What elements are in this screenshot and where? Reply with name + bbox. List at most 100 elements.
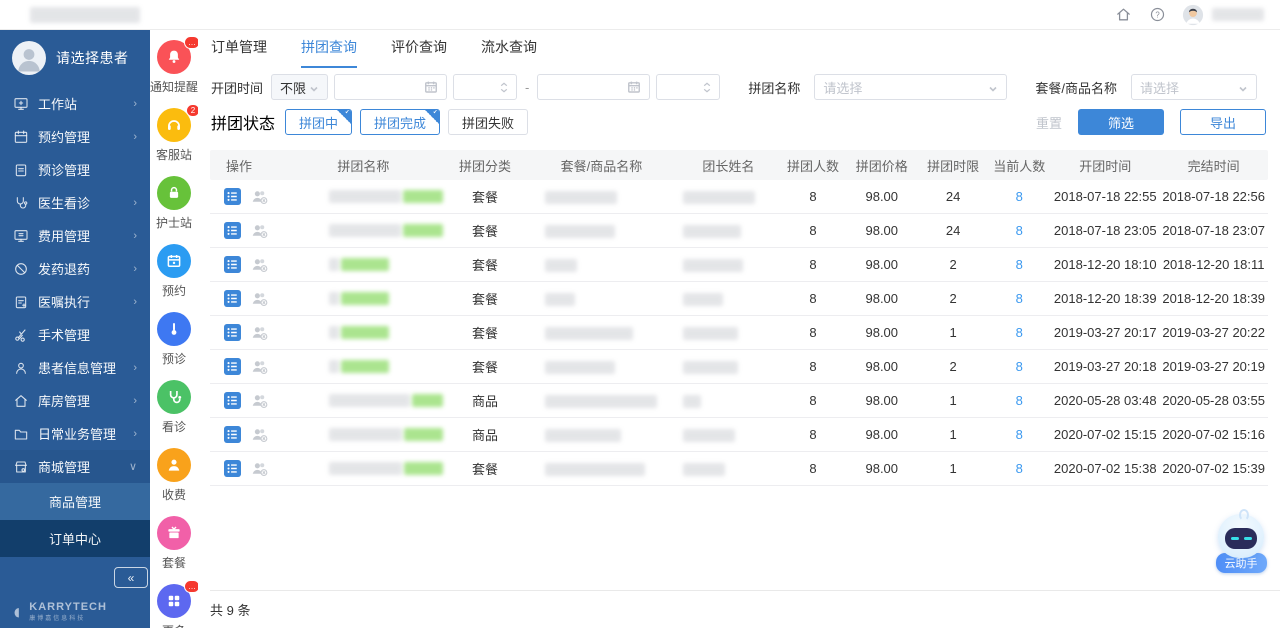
rail-item-4[interactable]: 预约 bbox=[157, 244, 191, 299]
time-preset-select[interactable]: 不限 bbox=[271, 74, 329, 100]
sidebar-item-2[interactable]: 预约管理 › bbox=[0, 120, 150, 153]
time-limit: 1 bbox=[949, 461, 957, 476]
group-name-redacted bbox=[284, 292, 443, 305]
rail-item-8[interactable]: 套餐 bbox=[157, 516, 191, 571]
detail-icon[interactable] bbox=[224, 460, 241, 477]
people-count: 8 bbox=[809, 359, 817, 374]
rail-item-7[interactable]: 收费 bbox=[157, 448, 191, 503]
patient-selector[interactable]: 请选择患者 bbox=[0, 30, 150, 85]
group-name-redacted bbox=[284, 326, 443, 339]
start-time: 2018-12-20 18:10 bbox=[1053, 257, 1157, 272]
home-icon[interactable] bbox=[1114, 6, 1132, 24]
start-time-input[interactable] bbox=[453, 74, 518, 100]
stethoscope-icon bbox=[157, 380, 191, 414]
time-limit: 2 bbox=[949, 257, 957, 272]
tab-2[interactable]: 拼团查询 bbox=[301, 37, 357, 68]
current-count-link[interactable]: 8 bbox=[988, 223, 1051, 238]
sidebar-item-10[interactable]: 库房管理 › bbox=[0, 384, 150, 417]
sidebar-item-5[interactable]: 费用管理 › bbox=[0, 219, 150, 252]
tab-1[interactable]: 订单管理 bbox=[211, 37, 267, 68]
group-category: 套餐 bbox=[472, 326, 499, 341]
filter-row-time: 开团时间 不限 - 拼团名称 请选择 套餐/商品名称 请选择 bbox=[198, 72, 1280, 102]
start-date-input[interactable] bbox=[334, 74, 448, 100]
rail-item-1[interactable]: … 通知提醒 bbox=[150, 36, 200, 95]
chevron-right-icon: › bbox=[133, 361, 137, 374]
time-limit: 2 bbox=[949, 291, 957, 306]
sidebar-collapse-button[interactable]: « bbox=[114, 567, 148, 588]
rail-item-label: 客服站 bbox=[155, 148, 192, 162]
cancel-group-icon[interactable] bbox=[251, 290, 268, 307]
cancel-group-icon[interactable] bbox=[251, 392, 268, 409]
detail-icon[interactable] bbox=[224, 358, 241, 375]
group-price: 98.00 bbox=[865, 291, 899, 306]
people-count: 8 bbox=[809, 325, 817, 340]
cancel-group-icon[interactable] bbox=[251, 358, 268, 375]
column-header: 操作 bbox=[226, 158, 253, 174]
current-count-link[interactable]: 8 bbox=[988, 461, 1051, 476]
user-menu[interactable] bbox=[1182, 4, 1264, 26]
sidebar-item-11[interactable]: 日常业务管理 › bbox=[0, 417, 150, 450]
help-icon[interactable]: ? bbox=[1148, 6, 1166, 24]
reset-button[interactable]: 重置 bbox=[1036, 113, 1062, 132]
column-header: 拼团名称 bbox=[337, 158, 390, 174]
cancel-group-icon[interactable] bbox=[251, 426, 268, 443]
cancel-group-icon[interactable] bbox=[251, 460, 268, 477]
column-header: 拼团分类 bbox=[459, 158, 512, 174]
status-option-3[interactable]: 拼团失败 bbox=[448, 109, 529, 135]
rail-item-6[interactable]: 看诊 bbox=[157, 380, 191, 435]
current-count-link[interactable]: 8 bbox=[988, 257, 1051, 272]
row-actions bbox=[210, 460, 284, 477]
cloud-assistant[interactable]: 云助手 bbox=[1212, 509, 1270, 573]
sidebar-item-8[interactable]: 手术管理 bbox=[0, 318, 150, 351]
sidebar-item-12[interactable]: 商城管理 ∨ bbox=[0, 450, 150, 483]
current-count-link[interactable]: 8 bbox=[988, 189, 1051, 204]
detail-icon[interactable] bbox=[224, 324, 241, 341]
sidebar-subitem-2[interactable]: 订单中心 bbox=[0, 520, 150, 557]
rail-item-5[interactable]: 预诊 bbox=[157, 312, 191, 367]
rail-item-9[interactable]: … 更多 bbox=[157, 580, 200, 628]
rail-item-2[interactable]: 2 客服站 bbox=[155, 104, 200, 163]
tab-3[interactable]: 评价查询 bbox=[391, 37, 447, 68]
cancel-group-icon[interactable] bbox=[251, 222, 268, 239]
cancel-group-icon[interactable] bbox=[251, 256, 268, 273]
total-count: 共 9 条 bbox=[210, 603, 251, 618]
end-time: 2020-07-02 15:16 bbox=[1162, 427, 1265, 442]
detail-icon[interactable] bbox=[224, 188, 241, 205]
leader-name-redacted bbox=[675, 427, 781, 443]
current-count-link[interactable]: 8 bbox=[988, 359, 1051, 374]
detail-icon[interactable] bbox=[224, 256, 241, 273]
detail-icon[interactable] bbox=[224, 392, 241, 409]
rail-item-3[interactable]: 护士站 bbox=[156, 176, 192, 231]
status-option-1[interactable]: 拼团中 bbox=[285, 109, 353, 135]
current-count-link[interactable]: 8 bbox=[988, 427, 1051, 442]
current-count-link[interactable]: 8 bbox=[988, 325, 1051, 340]
product-name-select[interactable]: 请选择 bbox=[1131, 74, 1257, 100]
sidebar-item-4[interactable]: 医生看诊 › bbox=[0, 186, 150, 219]
sidebar-item-label: 医嘱执行 bbox=[38, 295, 91, 310]
brand-name: KARRYTECH bbox=[29, 601, 107, 613]
sidebar-subitem-1[interactable]: 商品管理 bbox=[0, 483, 150, 520]
detail-icon[interactable] bbox=[224, 222, 241, 239]
end-date-input[interactable] bbox=[537, 74, 651, 100]
current-count-link[interactable]: 8 bbox=[988, 291, 1051, 306]
sidebar-item-7[interactable]: 医嘱执行 › bbox=[0, 285, 150, 318]
detail-icon[interactable] bbox=[224, 426, 241, 443]
status-option-2[interactable]: 拼团完成 bbox=[360, 109, 441, 135]
sidebar-item-6[interactable]: 发药退药 › bbox=[0, 252, 150, 285]
cancel-group-icon[interactable] bbox=[251, 188, 268, 205]
sidebar-item-1[interactable]: 工作站 › bbox=[0, 87, 150, 120]
time-limit: 1 bbox=[949, 427, 957, 442]
current-count-link[interactable]: 8 bbox=[988, 393, 1051, 408]
tab-4[interactable]: 流水查询 bbox=[481, 37, 537, 68]
sidebar-item-3[interactable]: 预诊管理 bbox=[0, 153, 150, 186]
cancel-group-icon[interactable] bbox=[251, 324, 268, 341]
filter-button[interactable]: 筛选 bbox=[1078, 109, 1164, 135]
export-button[interactable]: 导出 bbox=[1180, 109, 1266, 135]
end-time: 2018-07-18 22:56 bbox=[1162, 189, 1265, 204]
group-name-select[interactable]: 请选择 bbox=[814, 74, 1008, 100]
sidebar-item-label: 商城管理 bbox=[38, 460, 91, 475]
end-time-input[interactable] bbox=[656, 74, 721, 100]
surgery-icon bbox=[13, 327, 29, 343]
sidebar-item-9[interactable]: 患者信息管理 › bbox=[0, 351, 150, 384]
detail-icon[interactable] bbox=[224, 290, 241, 307]
